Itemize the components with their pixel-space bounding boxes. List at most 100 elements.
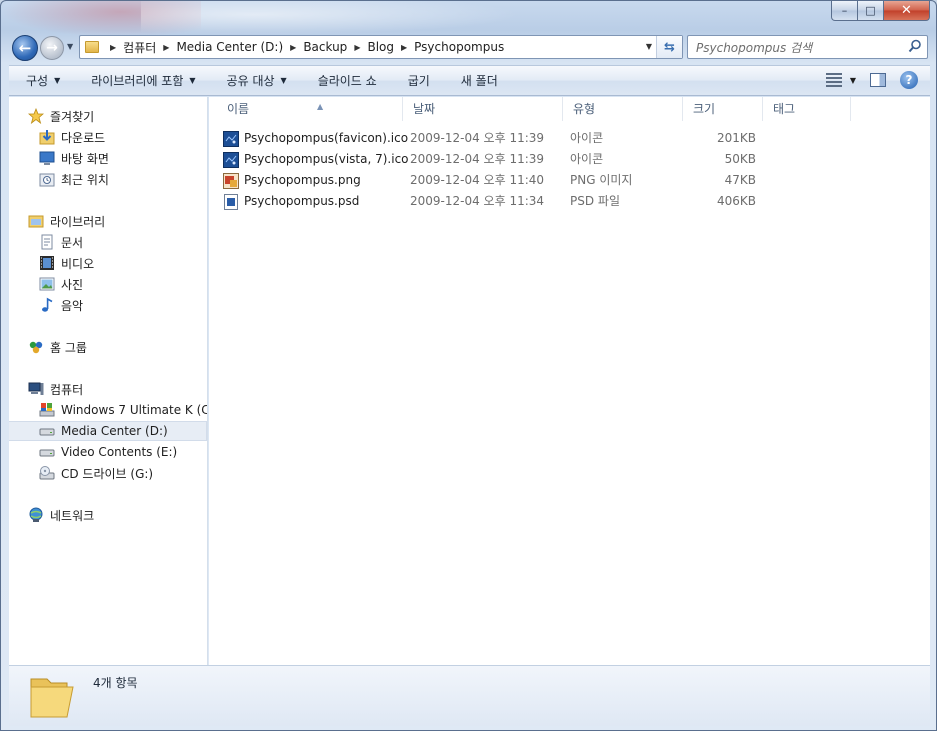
- minimize-button[interactable]: –: [831, 1, 858, 21]
- breadcrumb-blog[interactable]: Blog ▶: [367, 40, 414, 54]
- titlebar-glow: [141, 1, 521, 35]
- column-header-date[interactable]: 날짜: [403, 97, 563, 121]
- column-header-size[interactable]: 크기: [683, 97, 763, 121]
- organize-button[interactable]: 구성 ▼: [9, 72, 74, 89]
- sidebar-item-drive-c[interactable]: Windows 7 Ultimate K (C:): [39, 400, 207, 420]
- burn-button[interactable]: 굽기: [391, 72, 444, 89]
- file-size: 406KB: [716, 194, 756, 208]
- share-with-button[interactable]: 공유 대상 ▼: [210, 72, 301, 89]
- ico-file-icon: [223, 151, 239, 168]
- breadcrumb-backup[interactable]: Backup ▶: [303, 40, 367, 54]
- column-header-row: 이름 ▲ 날짜 유형 크기 태그: [209, 97, 930, 121]
- sidebar-item-libraries[interactable]: 라이브러리: [28, 211, 105, 231]
- computer-icon: [28, 382, 44, 395]
- column-header-name[interactable]: 이름 ▲: [217, 97, 403, 121]
- sidebar-item-downloads[interactable]: 다운로드: [39, 127, 105, 147]
- chevron-down-icon: ▼: [189, 76, 196, 85]
- refresh-icon: ⇆: [664, 39, 675, 55]
- chevron-right-icon: ▶: [163, 42, 170, 52]
- back-button[interactable]: ←: [12, 35, 38, 61]
- sidebar-item-pictures[interactable]: 사진: [39, 274, 83, 294]
- sidebar-item-drive-d[interactable]: Media Center (D:): [9, 421, 207, 441]
- breadcrumb-computer[interactable]: 컴퓨터 ▶: [123, 39, 176, 56]
- address-dropdown-icon[interactable]: ▼: [646, 42, 652, 51]
- change-view-button[interactable]: ▼: [825, 73, 856, 87]
- sidebar-item-favorites[interactable]: 즐겨찾기: [28, 106, 94, 126]
- arrow-left-icon: ←: [18, 39, 32, 57]
- file-size: 50KB: [724, 152, 756, 166]
- network-icon: [29, 507, 43, 522]
- explorer-window: – □ ✕ ← → ▼ ▶ 컴퓨터 ▶ Media Center (D:) ▶ Ba…: [0, 0, 937, 731]
- sidebar-item-homegroup[interactable]: 홈 그룹: [28, 337, 87, 357]
- search-input[interactable]: Psychopompus 검색: [696, 39, 812, 56]
- sidebar-item-recent[interactable]: 최근 위치: [39, 169, 109, 189]
- file-list: 이름 ▲ 날짜 유형 크기 태그 Psychopompus(favicon).i…: [209, 97, 930, 665]
- column-header-type[interactable]: 유형: [563, 97, 683, 121]
- close-icon: ✕: [901, 3, 912, 18]
- document-icon: [41, 234, 53, 250]
- search-icon[interactable]: [908, 39, 922, 53]
- minimize-icon: –: [841, 4, 848, 17]
- folder-icon: [85, 41, 99, 53]
- hard-drive-icon: [39, 428, 55, 436]
- new-folder-button[interactable]: 새 폴더: [444, 72, 512, 89]
- file-type: PSD 파일: [570, 194, 620, 208]
- file-type: 아이콘: [570, 131, 604, 145]
- close-button[interactable]: ✕: [884, 1, 930, 21]
- file-name: Psychopompus.psd: [244, 194, 360, 208]
- file-type: PNG 이미지: [570, 173, 633, 187]
- command-bar: 구성 ▼ 라이브러리에 포함 ▼ 공유 대상 ▼ 슬라이드 쇼 굽기 새 폴더 ▼ ?: [9, 65, 930, 96]
- system-drive-icon: [39, 403, 55, 417]
- music-note-icon: [42, 297, 53, 312]
- file-date: 2009-12-04 오후 11:34: [410, 194, 545, 208]
- chevron-right-icon: ▶: [401, 42, 408, 52]
- file-date: 2009-12-04 오후 11:40: [410, 173, 545, 187]
- sidebar-item-computer[interactable]: 컴퓨터: [28, 379, 83, 399]
- chevron-right-icon: ▶: [290, 42, 297, 52]
- pictures-icon: [39, 277, 55, 291]
- slideshow-button[interactable]: 슬라이드 쇼: [301, 72, 391, 89]
- breadcrumb-drive-d[interactable]: Media Center (D:) ▶: [176, 40, 303, 54]
- caption-buttons: – □ ✕: [831, 1, 930, 21]
- column-header-tags[interactable]: 태그: [763, 97, 851, 121]
- maximize-icon: □: [865, 4, 876, 17]
- desktop-icon: [39, 151, 55, 165]
- refresh-button[interactable]: ⇆: [656, 36, 682, 58]
- file-row[interactable]: Psychopompus.psd 2009-12-04 오후 11:34 PSD…: [223, 191, 936, 212]
- help-icon[interactable]: ?: [900, 71, 918, 89]
- details-pane: 4개 항목: [9, 665, 930, 726]
- file-name: Psychopompus(favicon).ico: [244, 131, 409, 145]
- sidebar-item-music[interactable]: 음악: [39, 295, 83, 315]
- recent-places-icon: [39, 173, 55, 187]
- file-date: 2009-12-04 오후 11:39: [410, 152, 545, 166]
- preview-pane-icon[interactable]: [870, 73, 886, 87]
- png-file-icon: [223, 172, 239, 189]
- sidebar-item-desktop[interactable]: 바탕 화면: [39, 148, 109, 168]
- chevron-down-icon: ▼: [54, 76, 61, 85]
- address-bar[interactable]: ▶ 컴퓨터 ▶ Media Center (D:) ▶ Backup ▶ Blog ▶ …: [79, 35, 683, 59]
- breadcrumb-psychopompus[interactable]: Psychopompus: [414, 40, 504, 54]
- search-box[interactable]: Psychopompus 검색: [687, 35, 928, 59]
- file-row[interactable]: Psychopompus(favicon).ico 2009-12-04 오후 …: [223, 128, 936, 149]
- arrow-right-icon: →: [46, 40, 58, 56]
- maximize-button[interactable]: □: [858, 1, 884, 21]
- recent-pages-dropdown[interactable]: ▼: [67, 42, 73, 51]
- include-library-button[interactable]: 라이브러리에 포함 ▼: [74, 72, 209, 89]
- breadcrumb-separator[interactable]: ▶: [103, 43, 123, 52]
- homegroup-icon: [29, 341, 43, 354]
- sidebar-item-documents[interactable]: 문서: [39, 232, 83, 252]
- file-size: 47KB: [724, 173, 756, 187]
- sidebar-item-drive-g[interactable]: CD 드라이브 (G:): [39, 463, 153, 483]
- chevron-down-icon: ▼: [849, 75, 856, 85]
- libraries-icon: [28, 215, 44, 228]
- sidebar-item-network[interactable]: 네트워크: [28, 505, 94, 525]
- downloads-icon: [39, 130, 55, 145]
- file-row[interactable]: Psychopompus.png 2009-12-04 오후 11:40 PNG…: [223, 170, 936, 191]
- file-row[interactable]: Psychopompus(vista, 7).ico 2009-12-04 오후…: [223, 149, 936, 170]
- forward-button[interactable]: →: [40, 36, 64, 60]
- chevron-right-icon: ▶: [354, 42, 361, 52]
- sidebar-item-drive-e[interactable]: Video Contents (E:): [39, 442, 177, 462]
- sidebar-item-videos[interactable]: 비디오: [39, 253, 94, 273]
- cd-drive-icon: [39, 466, 55, 480]
- folder-icon: [30, 678, 74, 718]
